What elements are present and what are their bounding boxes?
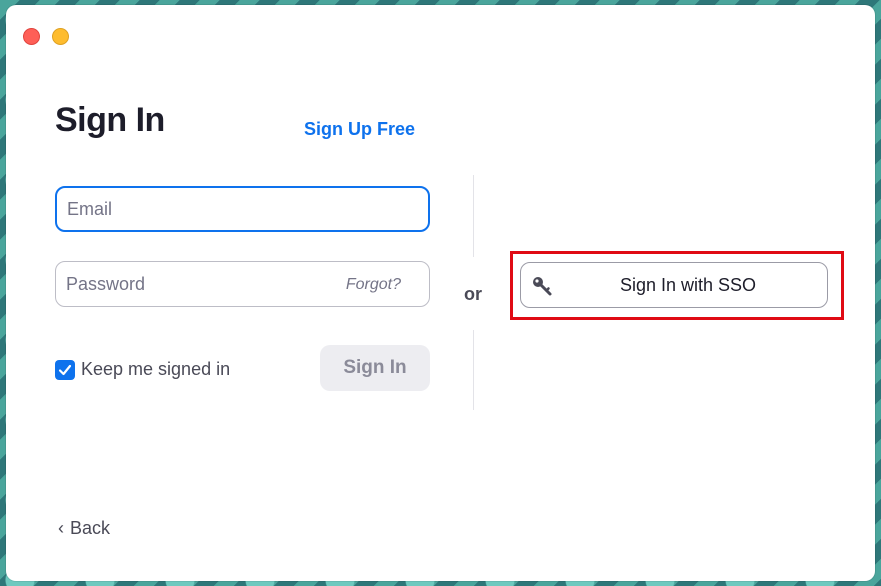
sign-up-free-link[interactable]: Sign Up Free xyxy=(304,119,415,140)
keep-signed-in-label: Keep me signed in xyxy=(81,359,231,379)
key-icon xyxy=(531,275,553,297)
back-button[interactable]: ‹ Back xyxy=(58,518,110,539)
back-label: Back xyxy=(70,518,111,538)
sign-in-window: Sign In Sign Up Free Email Password Forg… xyxy=(6,5,875,581)
sso-button-label: Sign In with SSO xyxy=(619,274,757,295)
page-title: Sign In xyxy=(55,101,165,139)
email-placeholder: Email xyxy=(67,198,113,219)
chevron-left-icon: ‹ xyxy=(58,518,64,538)
sign-in-with-sso-button[interactable]: Sign In with SSO xyxy=(520,262,828,308)
password-placeholder: Password xyxy=(66,273,146,294)
keep-signed-in-checkbox[interactable]: Keep me signed in xyxy=(55,359,230,380)
forgot-password-link[interactable]: Forgot? xyxy=(346,276,401,294)
divider-top xyxy=(473,175,474,257)
password-field[interactable]: Password Forgot? xyxy=(55,261,430,307)
close-window-button[interactable] xyxy=(23,28,40,45)
or-separator: or xyxy=(464,284,482,304)
minimize-window-button[interactable] xyxy=(52,28,69,45)
divider-bottom xyxy=(473,330,474,410)
sign-in-button[interactable]: Sign In xyxy=(320,345,430,391)
email-field[interactable]: Email xyxy=(55,186,430,232)
checkmark-icon[interactable] xyxy=(55,359,75,380)
